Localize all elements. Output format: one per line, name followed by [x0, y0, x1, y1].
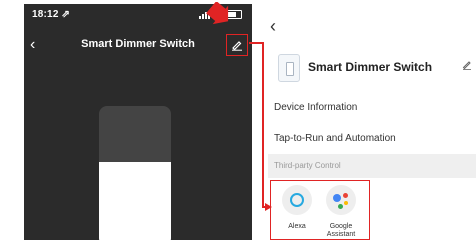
page-title: Smart Dimmer Switch — [81, 38, 195, 50]
back-chevron-icon[interactable]: ‹ — [270, 16, 276, 37]
annotation-line-vertical — [262, 42, 264, 208]
menu-item-device-information[interactable]: Device Information — [274, 102, 476, 113]
status-time: 18:12 ⇗ — [32, 9, 71, 20]
edit-pencil-icon — [232, 41, 242, 51]
alexa-button[interactable]: Alexa — [277, 185, 317, 231]
dimmer-fill — [99, 162, 171, 240]
alexa-icon — [282, 185, 312, 215]
google-assistant-button[interactable]: Google Assistant — [321, 185, 361, 239]
google-assistant-icon — [326, 185, 356, 215]
dimmer-slider[interactable] — [99, 106, 171, 240]
section-label: Third-party Control — [274, 161, 341, 170]
assistant-highlight-box: Alexa Google Assistant — [270, 180, 370, 240]
device-switch-icon — [278, 54, 300, 82]
annotation-line-top — [249, 42, 263, 44]
right-settings-screen: ‹ Smart Dimmer Switch Device Information… — [268, 0, 476, 240]
pointer-arrow-icon — [206, 2, 229, 25]
left-header: ‹ Smart Dimmer Switch — [24, 34, 252, 58]
left-phone-screen: 18:12 ⇗ ◠ ‹ Smart Dimmer Switch — [24, 4, 252, 240]
device-name: Smart Dimmer Switch — [308, 60, 433, 74]
alexa-label: Alexa — [288, 223, 306, 230]
annotation-arrow-head — [265, 203, 272, 211]
edit-button-highlight[interactable] — [226, 34, 248, 56]
menu-item-tap-to-run[interactable]: Tap-to-Run and Automation — [274, 133, 476, 144]
google-assistant-label: Google Assistant — [326, 223, 356, 238]
edit-pencil-icon[interactable] — [462, 60, 472, 70]
